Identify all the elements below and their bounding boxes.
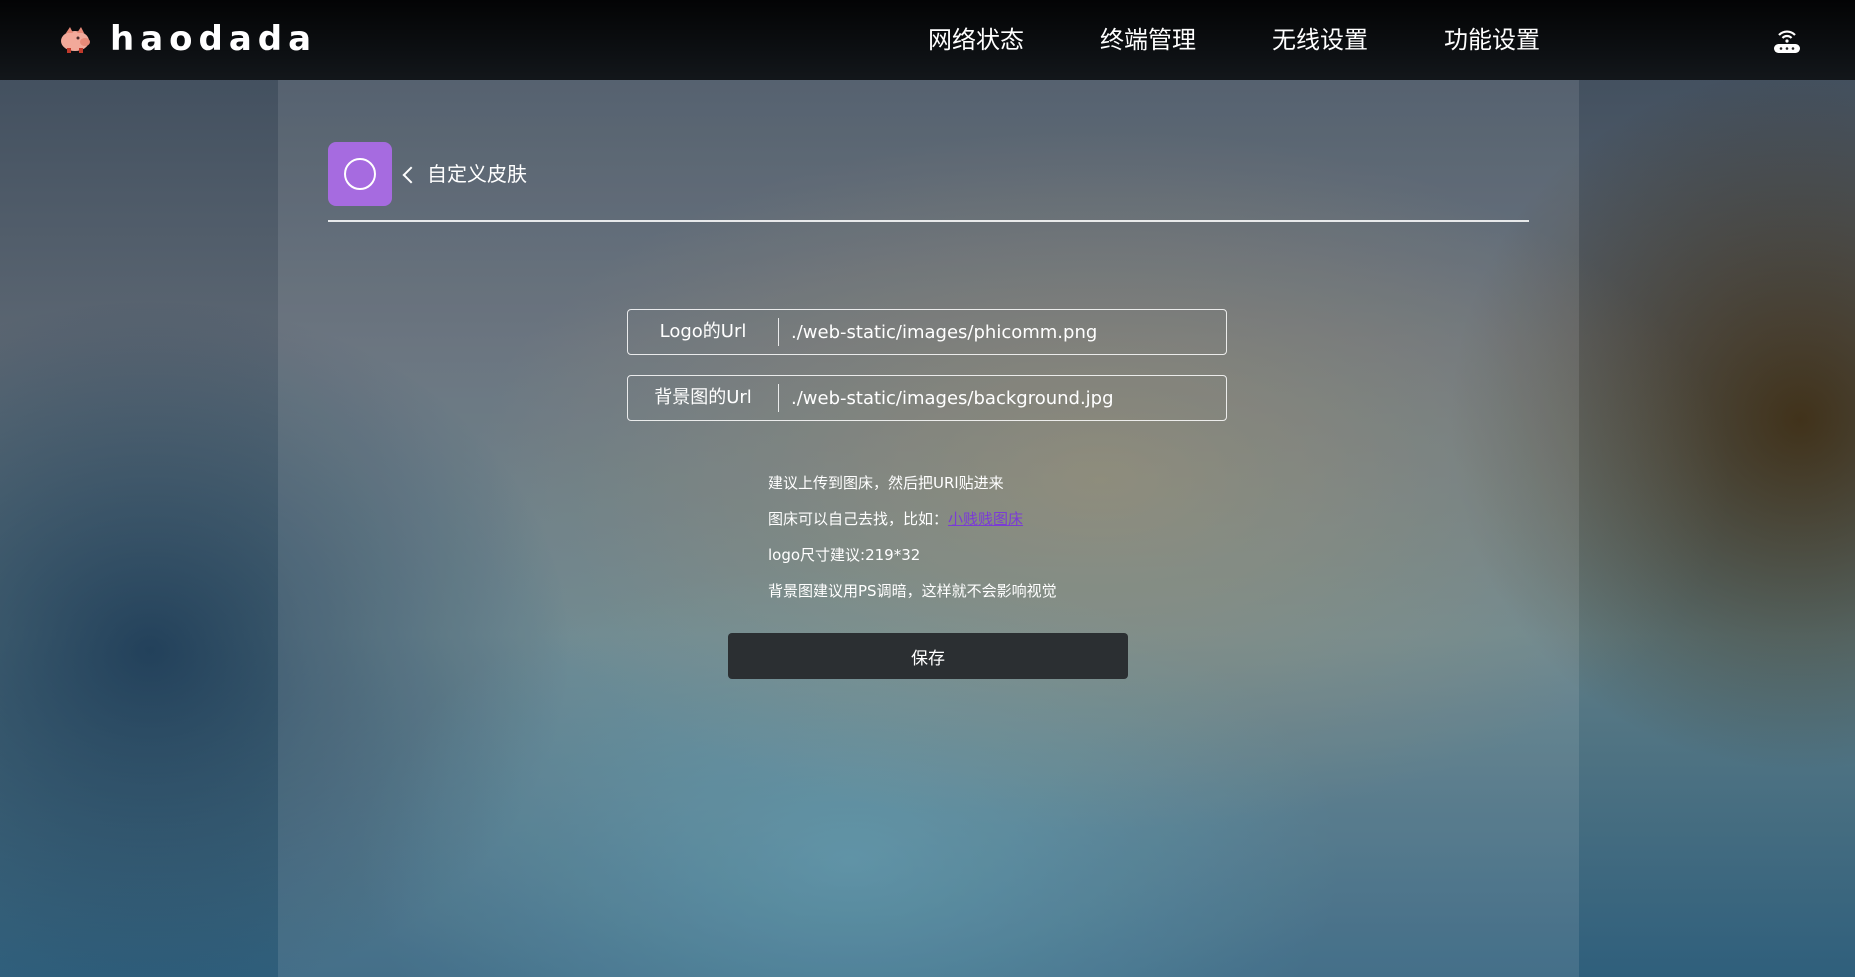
pig-icon xyxy=(58,24,92,54)
background-url-input[interactable] xyxy=(779,376,1226,420)
page-title: 自定义皮肤 xyxy=(427,162,527,186)
chevron-left-icon xyxy=(402,166,420,183)
page-header: 自定义皮肤 xyxy=(328,142,527,206)
brand-logo[interactable]: haodada xyxy=(58,22,317,56)
tip-upload: 建议上传到图床，然后把URl贴进来 xyxy=(768,474,1004,492)
tip-logo-size: logo尺寸建议:219*32 xyxy=(768,546,921,564)
image-host-link[interactable]: 小贱贱图床 xyxy=(948,510,1023,528)
nav-network-status[interactable]: 网络状态 xyxy=(928,28,1024,52)
router-icon[interactable] xyxy=(1770,24,1804,54)
header-divider xyxy=(328,220,1529,222)
tip-image-host: 图床可以自己去找，比如：小贱贱图床 xyxy=(768,501,1057,537)
tip-background-dim: 背景图建议用PS调暗，这样就不会影响视觉 xyxy=(768,582,1057,600)
nav-terminal-management[interactable]: 终端管理 xyxy=(1100,28,1196,52)
brand-name: haodada xyxy=(110,19,318,59)
top-navbar: haodada 网络状态 终端管理 无线设置 功能设置 xyxy=(0,0,1855,80)
save-button[interactable]: 保存 xyxy=(728,633,1128,679)
tips-block: 建议上传到图床，然后把URl贴进来 图床可以自己去找，比如：小贱贱图床 logo… xyxy=(768,465,1057,609)
logo-url-label: Logo的Url xyxy=(628,318,779,346)
nav-wireless-settings[interactable]: 无线设置 xyxy=(1272,28,1368,52)
main-nav: 网络状态 终端管理 无线设置 功能设置 xyxy=(928,0,1616,80)
background-url-label: 背景图的Url xyxy=(628,384,779,412)
background-url-field: 背景图的Url xyxy=(627,375,1227,421)
tip-image-host-text: 图床可以自己去找，比如： xyxy=(768,510,949,528)
nav-function-settings[interactable]: 功能设置 xyxy=(1444,28,1540,52)
back-button[interactable]: 自定义皮肤 xyxy=(402,162,527,186)
logo-url-input[interactable] xyxy=(779,310,1226,354)
content-panel: 自定义皮肤 Logo的Url 背景图的Url 建议上传到图床，然后把URl贴进来… xyxy=(278,80,1579,977)
skin-circle-icon xyxy=(328,142,392,206)
logo-url-field: Logo的Url xyxy=(627,309,1227,355)
